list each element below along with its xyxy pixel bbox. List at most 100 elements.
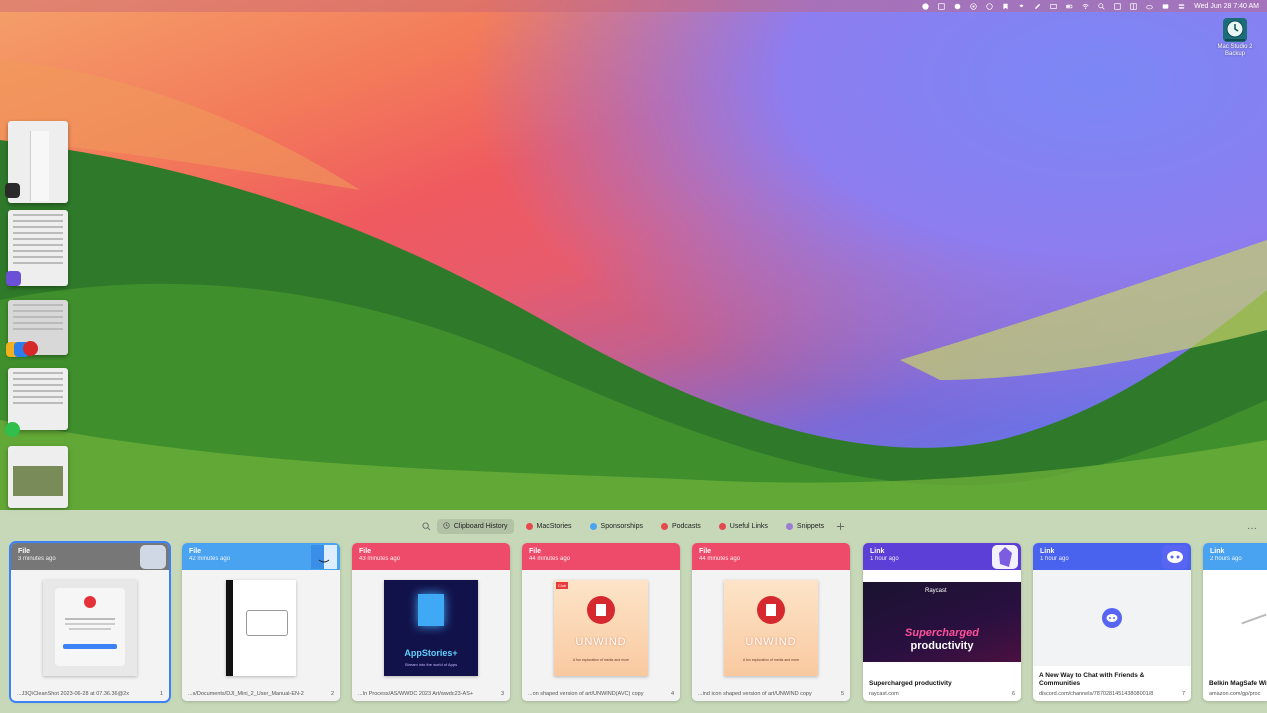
dot-icon — [525, 522, 533, 530]
clock-icon — [443, 521, 450, 531]
dot-icon — [718, 522, 726, 530]
wifi-icon[interactable] — [1082, 3, 1089, 10]
card-path: ...s/Documents/DJI_Mini_2_User_Manual-EN… — [188, 691, 304, 697]
backup-label: Mac Studio 2 — [1217, 44, 1253, 50]
card-type: File — [359, 548, 372, 555]
card-path: ...on shaped version of art/UNWIND(AVC) … — [528, 691, 644, 697]
dot-icon — [589, 522, 597, 530]
appstories-artwork-thumbnail: AppStories+ Stream into the world of App… — [384, 580, 478, 676]
backup-drive[interactable]: Mac Studio 2 Backup — [1206, 16, 1264, 58]
card-header: Link 1 hour ago — [863, 543, 1021, 570]
dot-icon — [660, 522, 668, 530]
broadcast-icon[interactable] — [970, 2, 977, 10]
discord-preview — [1033, 570, 1191, 666]
obsidian-app-icon — [6, 271, 21, 286]
clip-card-6[interactable]: Link 1 hour ago Raycast Supercharged pro… — [863, 543, 1021, 701]
add-pinboard-icon[interactable] — [836, 522, 845, 531]
discord-logo-icon — [1102, 608, 1122, 628]
backup-label-2: Backup — [1224, 51, 1245, 57]
more-options-icon[interactable]: ··· — [1247, 523, 1257, 534]
card-preview: UNWIND A fun exploration of media and mo… — [692, 570, 850, 701]
moon-icon[interactable] — [954, 3, 961, 10]
link-title: Belkin MagSafe Wi Charger - MagSafe — [1209, 680, 1267, 687]
card-footer: ...In Process/AS/WWDC 2023 Art/wwdc23-AS… — [358, 691, 504, 697]
card-time: 44 minutes ago — [529, 556, 571, 562]
discord-app-icon — [1162, 545, 1188, 569]
raycast-banner-thumbnail: Raycast Supercharged productivity — [863, 582, 1021, 662]
clip-card-8[interactable]: Link 2 hours ago Belkin MagSafe Wi Charg… — [1203, 543, 1267, 701]
card-url: raycast.com — [869, 691, 899, 697]
search-icon[interactable] — [422, 521, 431, 531]
menubar-clock[interactable]: Wed Jun 28 7:40 AM — [1194, 3, 1259, 10]
link-title: Supercharged productivity — [869, 680, 952, 687]
cloud-icon[interactable] — [1146, 3, 1153, 10]
thumb-tag: Club — [556, 582, 569, 589]
dropbox-icon[interactable] — [1018, 3, 1025, 10]
thumb-title-2: productivity — [910, 640, 974, 652]
card-time: 43 minutes ago — [359, 556, 401, 562]
card-path: ...J3Q\CleanShot 2023-06-28 at 07.36.36@… — [17, 691, 129, 697]
card-preview — [182, 570, 340, 701]
tab-label: Sponsorships — [600, 522, 643, 530]
p-icon[interactable] — [922, 2, 929, 10]
window-icon[interactable] — [1050, 3, 1057, 10]
card-index: 7 — [1181, 691, 1185, 697]
pinboard-toolbar: Clipboard History MacStories Sponsorship… — [0, 518, 1267, 534]
dot-icon — [785, 522, 793, 530]
clip-card-7[interactable]: Link 1 hour ago A New Way to Chat with F… — [1033, 543, 1191, 701]
card-type: File — [699, 548, 712, 555]
card-path: ...ind icon shaped version of art/UNWIND… — [698, 691, 812, 697]
grid-icon[interactable] — [938, 2, 945, 10]
timer-app-icon — [23, 341, 38, 356]
card-footer: raycast.com 6 — [869, 691, 1015, 697]
menu-icon[interactable] — [1114, 2, 1121, 10]
clip-card-5[interactable]: File 44 minutes ago UNWIND A fun explora… — [692, 543, 850, 701]
time-machine-drive-icon — [1221, 16, 1249, 44]
thumb-subtitle: A fun exploration of media and more — [742, 658, 800, 662]
card-time: 2 hours ago — [1210, 556, 1242, 562]
tab-podcasts[interactable]: Podcasts — [655, 520, 707, 533]
clip-card-4[interactable]: File 44 minutes ago Club UNWIND A fun ex… — [522, 543, 680, 701]
tab-macstories[interactable]: MacStories — [520, 520, 578, 533]
card-index: 3 — [500, 691, 504, 697]
layout-icon[interactable] — [1130, 2, 1137, 10]
cloud-app-icon — [5, 183, 20, 198]
stage-window-4[interactable] — [8, 368, 68, 430]
card-index: 4 — [670, 691, 674, 697]
clip-card-2[interactable]: File 42 minutes ago ...s/Documents/DJI_M… — [182, 543, 340, 701]
thumb-title: AppStories+ — [404, 648, 458, 658]
card-preview: Raycast Supercharged productivity Superc… — [863, 570, 1021, 701]
card-footer: discord.com/channels/787028145143808001/… — [1039, 691, 1185, 697]
clip-card-3[interactable]: File 43 minutes ago AppStories+ Stream i… — [352, 543, 510, 701]
stage-window-5[interactable] — [8, 446, 68, 508]
card-preview: A New Way to Chat with Friends & Communi… — [1033, 570, 1191, 701]
tab-snippets[interactable]: Snippets — [780, 520, 830, 533]
tab-label: Useful Links — [729, 522, 768, 530]
card-footer: ...ind icon shaped version of art/UNWIND… — [698, 691, 844, 697]
tab-label: MacStories — [536, 522, 572, 530]
timer-icon[interactable] — [1162, 3, 1169, 10]
card-url: amazon.com/gp/proc — [1209, 691, 1261, 697]
charger-image — [1241, 613, 1267, 625]
card-footer: ...s/Documents/DJI_Mini_2_User_Manual-EN… — [188, 691, 334, 697]
bookmark-icon[interactable] — [1002, 3, 1009, 10]
play-icon[interactable] — [986, 2, 993, 10]
tab-label: Podcasts — [671, 522, 701, 530]
battery-icon[interactable] — [1066, 3, 1073, 10]
card-header: Link 2 hours ago — [1203, 543, 1267, 570]
card-header: File 44 minutes ago — [522, 543, 680, 570]
card-header: File 3 minutes ago — [11, 543, 169, 570]
search-icon[interactable] — [1098, 2, 1105, 10]
rocket-icon[interactable] — [1034, 3, 1041, 10]
thumb-title: UNWIND — [745, 636, 797, 648]
tab-clipboard-history[interactable]: Clipboard History — [436, 518, 514, 534]
manual-thumbnail — [226, 580, 296, 676]
tab-sponsorships[interactable]: Sponsorships — [584, 520, 649, 533]
link-title: A New Way to Chat with Friends & Communi… — [1039, 672, 1145, 687]
clip-card-1[interactable]: File 3 minutes ago ...J3Q\CleanShot 2023… — [9, 541, 171, 703]
tab-useful-links[interactable]: Useful Links — [713, 520, 774, 533]
card-header: Link 1 hour ago — [1033, 543, 1191, 570]
card-index: 5 — [840, 691, 844, 697]
card-url: discord.com/channels/787028145143808001/… — [1039, 691, 1154, 697]
control-center-icon[interactable] — [1178, 3, 1185, 10]
